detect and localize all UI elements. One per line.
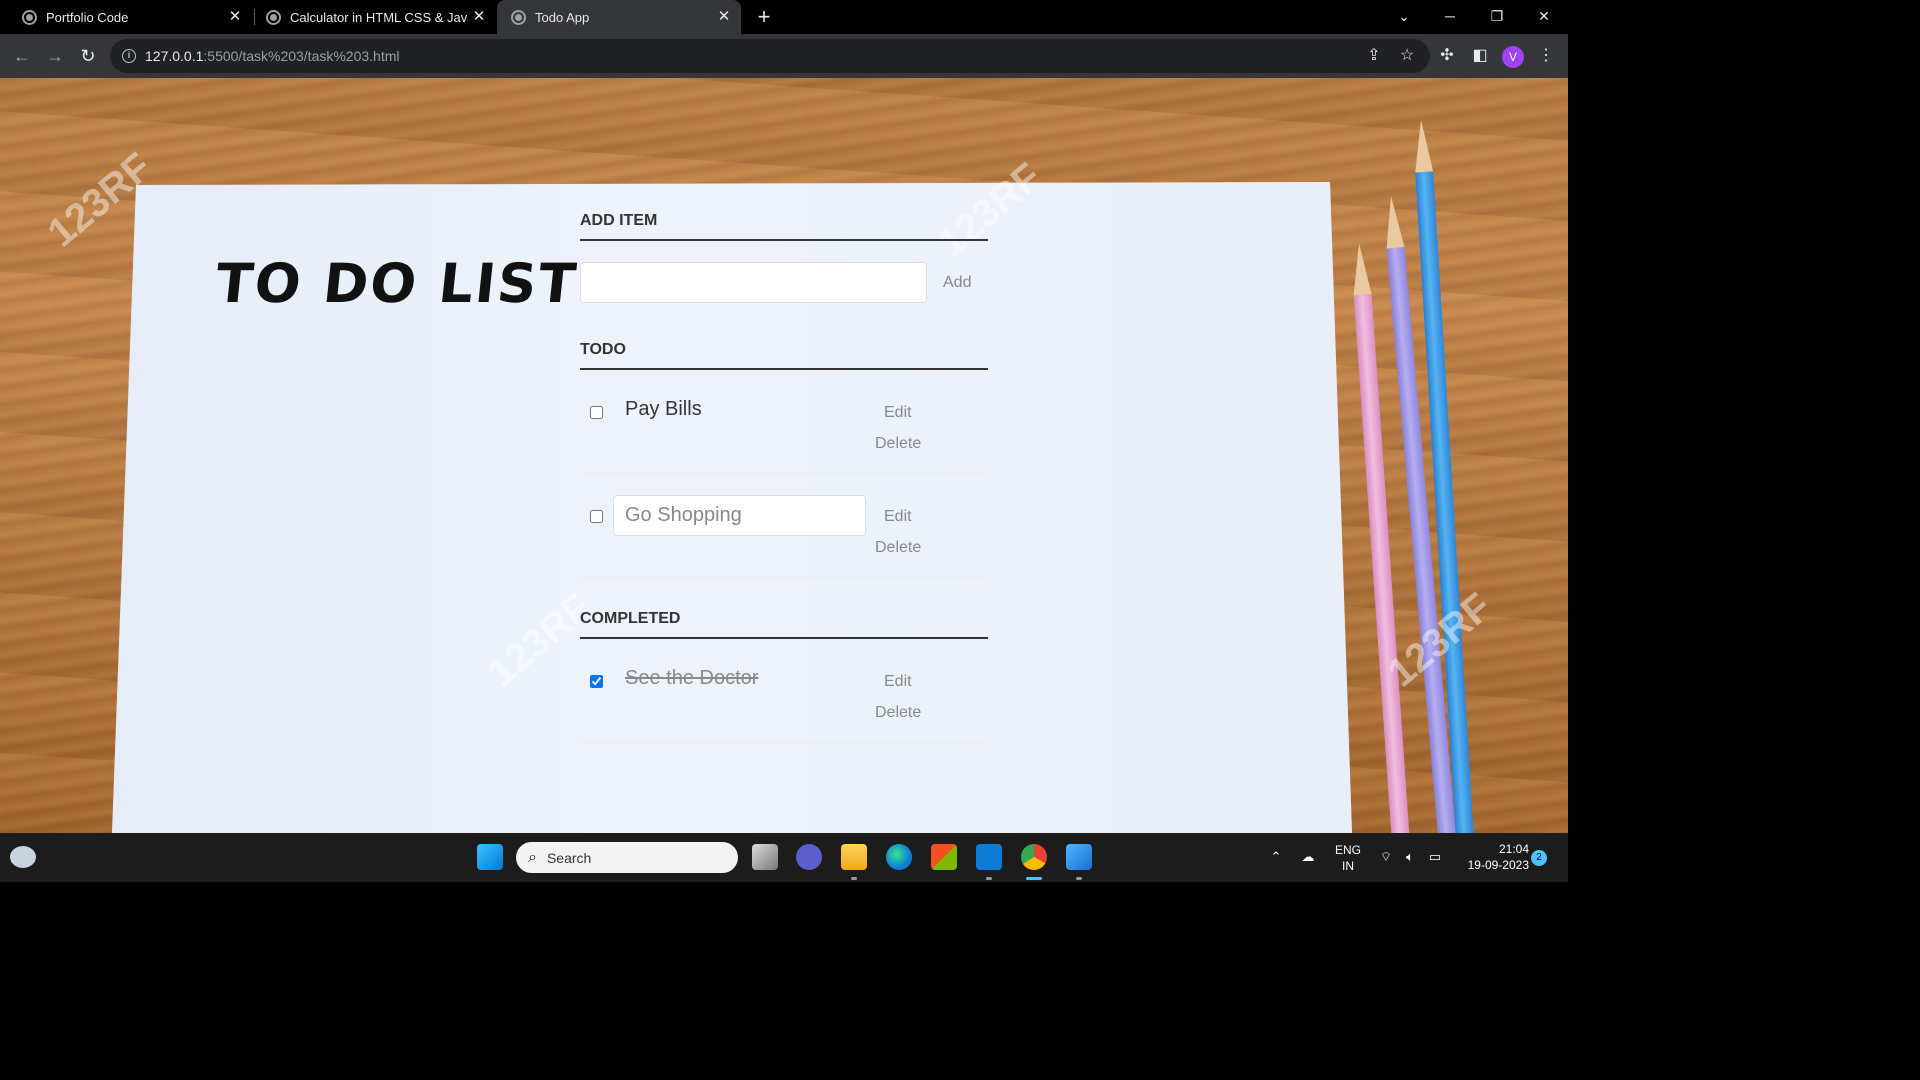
clock[interactable]: 21:04 19-09-2023 (1455, 841, 1529, 873)
add-item-heading: ADD ITEM (580, 212, 988, 241)
minimize-icon[interactable]: ─ (1436, 4, 1464, 28)
share-icon[interactable]: ⇪ (1364, 46, 1384, 66)
task-edit-input[interactable]: Go Shopping (613, 495, 866, 536)
page-title: TO DO LIST (212, 252, 581, 315)
delete-button[interactable]: Delete (875, 539, 921, 557)
delete-button[interactable]: Delete (875, 704, 921, 722)
photos-icon[interactable] (1066, 844, 1092, 870)
globe-icon (22, 9, 37, 25)
back-arrow-icon[interactable]: ← (10, 44, 34, 68)
restore-icon[interactable]: ❐ (1483, 4, 1511, 28)
window-close-icon[interactable]: ✕ (1530, 4, 1558, 28)
add-button[interactable]: Add (943, 274, 971, 292)
site-info-icon[interactable]: i (122, 49, 136, 63)
taskbar-search[interactable]: ⌕ Search (516, 842, 738, 873)
close-tab-icon[interactable]: ✕ (470, 8, 488, 26)
search-placeholder: Search (546, 849, 592, 866)
vscode-icon[interactable] (976, 844, 1002, 870)
close-tab-icon[interactable]: ✕ (715, 8, 733, 26)
task-checkbox[interactable] (590, 675, 603, 688)
browser-tab-strip: Portfolio Code ✕ Calculator in HTML CSS … (0, 0, 1568, 34)
todo-item-go-shopping: Go Shopping Edit Delete (580, 478, 988, 578)
extensions-puzzle-icon[interactable]: ✣ (1437, 46, 1457, 66)
page-viewport: 123RF 123RF 123RF 123RF TO DO LIST ADD I… (0, 78, 1568, 833)
globe-icon (266, 9, 281, 25)
tab-search-chevron-icon[interactable]: ⌄ (1390, 4, 1418, 28)
wifi-icon[interactable]: ⌔ (1377, 848, 1395, 866)
edge-browser-icon[interactable] (886, 844, 912, 870)
active-indicator (1026, 877, 1042, 880)
profile-avatar[interactable]: V (1502, 46, 1524, 68)
teams-chat-icon[interactable] (796, 844, 822, 870)
tab-title: Portfolio Code (46, 9, 129, 25)
bookmark-star-icon[interactable]: ☆ (1397, 46, 1417, 66)
new-task-input[interactable] (580, 262, 927, 303)
onedrive-cloud-icon[interactable]: ☁ (1299, 848, 1317, 866)
address-bar[interactable]: i 127.0.0.1:5500/task%203/task%203.html (110, 39, 1430, 73)
file-explorer-icon[interactable] (841, 844, 867, 870)
tab-todo-app[interactable]: Todo App ✕ (497, 0, 741, 34)
edit-button[interactable]: Edit (884, 404, 912, 422)
edit-button[interactable]: Edit (884, 673, 912, 691)
volume-icon[interactable]: 🔈︎ (1401, 848, 1419, 866)
chrome-icon[interactable] (1021, 844, 1047, 870)
notification-badge[interactable]: 2 (1531, 850, 1547, 866)
weather-widget-icon[interactable] (10, 846, 36, 868)
close-tab-icon[interactable]: ✕ (226, 8, 244, 26)
running-indicator (1076, 877, 1082, 880)
todo-item-pay-bills: Pay Bills Edit Delete (580, 374, 988, 474)
start-windows-icon[interactable] (477, 844, 503, 870)
globe-icon (511, 9, 526, 25)
windows-taskbar: ⌕ Search ⌃ ☁ ENG IN ⌔ 🔈︎ ▭ 21:04 19-09-2… (0, 833, 1568, 882)
todo-heading: TODO (580, 341, 988, 370)
reload-icon[interactable]: ↻ (76, 44, 100, 68)
delete-button[interactable]: Delete (875, 435, 921, 453)
task-label: Pay Bills (625, 398, 702, 420)
task-label: See the Doctor (625, 667, 759, 689)
microsoft-store-icon[interactable] (931, 844, 957, 870)
forward-arrow-icon[interactable]: → (43, 44, 67, 68)
search-icon: ⌕ (528, 848, 537, 866)
browser-menu-icon[interactable]: ⋮ (1536, 46, 1556, 66)
edit-button[interactable]: Edit (884, 508, 912, 526)
side-panel-icon[interactable]: ◧ (1470, 46, 1490, 66)
tab-calculator[interactable]: Calculator in HTML CSS & JavaScript ✕ (244, 0, 496, 34)
tab-title: Todo App (535, 9, 590, 25)
browser-toolbar: ← → ↻ i 127.0.0.1:5500/task%203/task%203… (0, 34, 1568, 78)
language-indicator[interactable]: ENG IN (1330, 842, 1366, 874)
completed-heading: COMPLETED (580, 610, 988, 639)
task-view-icon[interactable] (752, 844, 778, 870)
url-text[interactable]: 127.0.0.1:5500/task%203/task%203.html (145, 48, 400, 64)
completed-item-see-the-doctor: See the Doctor Edit Delete (580, 643, 988, 743)
running-indicator (851, 877, 857, 880)
task-checkbox[interactable] (590, 406, 603, 419)
battery-icon[interactable]: ▭ (1426, 848, 1444, 866)
tab-title: Calculator in HTML CSS & JavaScript (290, 9, 468, 25)
running-indicator (986, 877, 992, 880)
new-tab-button[interactable]: + (752, 5, 776, 29)
tab-portfolio-code[interactable]: Portfolio Code ✕ (0, 0, 252, 34)
chevron-up-icon[interactable]: ⌃ (1267, 848, 1285, 866)
task-checkbox[interactable] (590, 510, 603, 523)
